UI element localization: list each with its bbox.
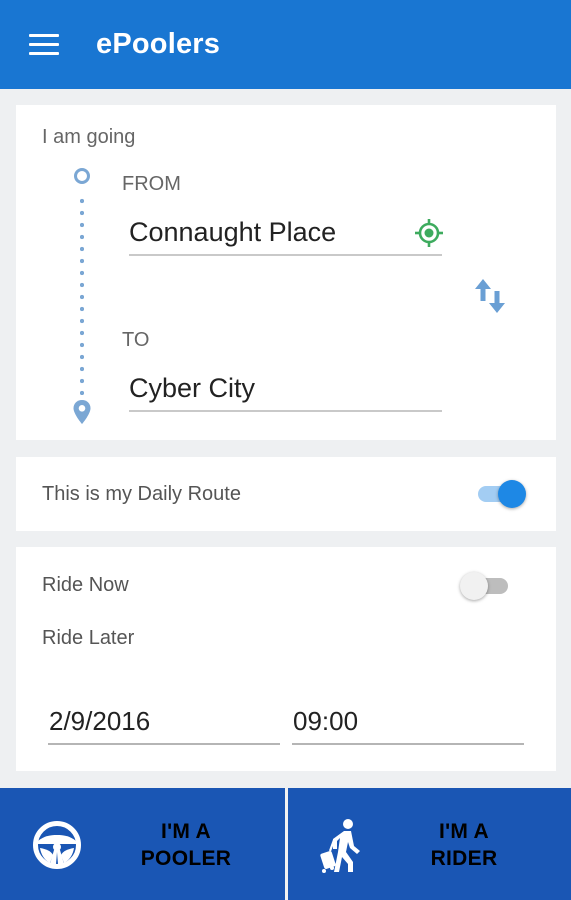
my-location-icon[interactable] (414, 218, 444, 248)
route-card: I am going FROM Connaught Place TO Cyber… (16, 105, 556, 440)
to-value: Cyber City (129, 373, 256, 403)
route-dotted-line (80, 195, 84, 395)
origin-circle-icon (74, 168, 90, 184)
to-input[interactable]: Cyber City (129, 364, 442, 412)
pooler-button-label: I'M A POOLER (126, 818, 246, 872)
rider-button-label: I'M A RIDER (404, 818, 524, 872)
destination-pin-icon (73, 400, 91, 424)
app-bar: ePoolers (0, 0, 571, 89)
walking-with-luggage-icon (320, 819, 360, 873)
daily-route-card: This is my Daily Route (16, 457, 556, 531)
from-input[interactable]: Connaught Place (129, 208, 444, 256)
date-value: 2/9/2016 (49, 706, 151, 736)
date-input[interactable]: 2/9/2016 (48, 697, 280, 745)
steering-wheel-icon (33, 821, 81, 869)
time-value: 09:00 (293, 706, 359, 736)
daily-route-toggle[interactable] (474, 479, 526, 509)
daily-route-label: This is my Daily Route (42, 483, 241, 505)
role-action-bar: I'M A POOLER I'M A RIDER (0, 788, 571, 900)
ride-now-label: Ride Now (42, 574, 129, 596)
ride-later-label: Ride Later (42, 627, 135, 649)
hamburger-menu-icon[interactable] (26, 30, 64, 60)
rider-label-line1: I'M A (438, 820, 490, 843)
app-title: ePoolers (96, 28, 221, 60)
swap-vertical-icon[interactable] (472, 277, 508, 315)
from-label: FROM (122, 173, 181, 195)
rider-label-line2: RIDER (430, 847, 498, 870)
ride-now-toggle[interactable] (460, 571, 512, 601)
from-value: Connaught Place (129, 217, 337, 247)
pooler-label-line2: POOLER (140, 847, 232, 870)
ride-time-card: Ride Now Ride Later 2/9/2016 09:00 (16, 547, 556, 771)
button-divider (285, 788, 288, 900)
time-input[interactable]: 09:00 (292, 697, 524, 745)
to-label: TO (122, 329, 150, 351)
pooler-label-line1: I'M A (160, 820, 212, 843)
going-heading: I am going (42, 126, 136, 148)
